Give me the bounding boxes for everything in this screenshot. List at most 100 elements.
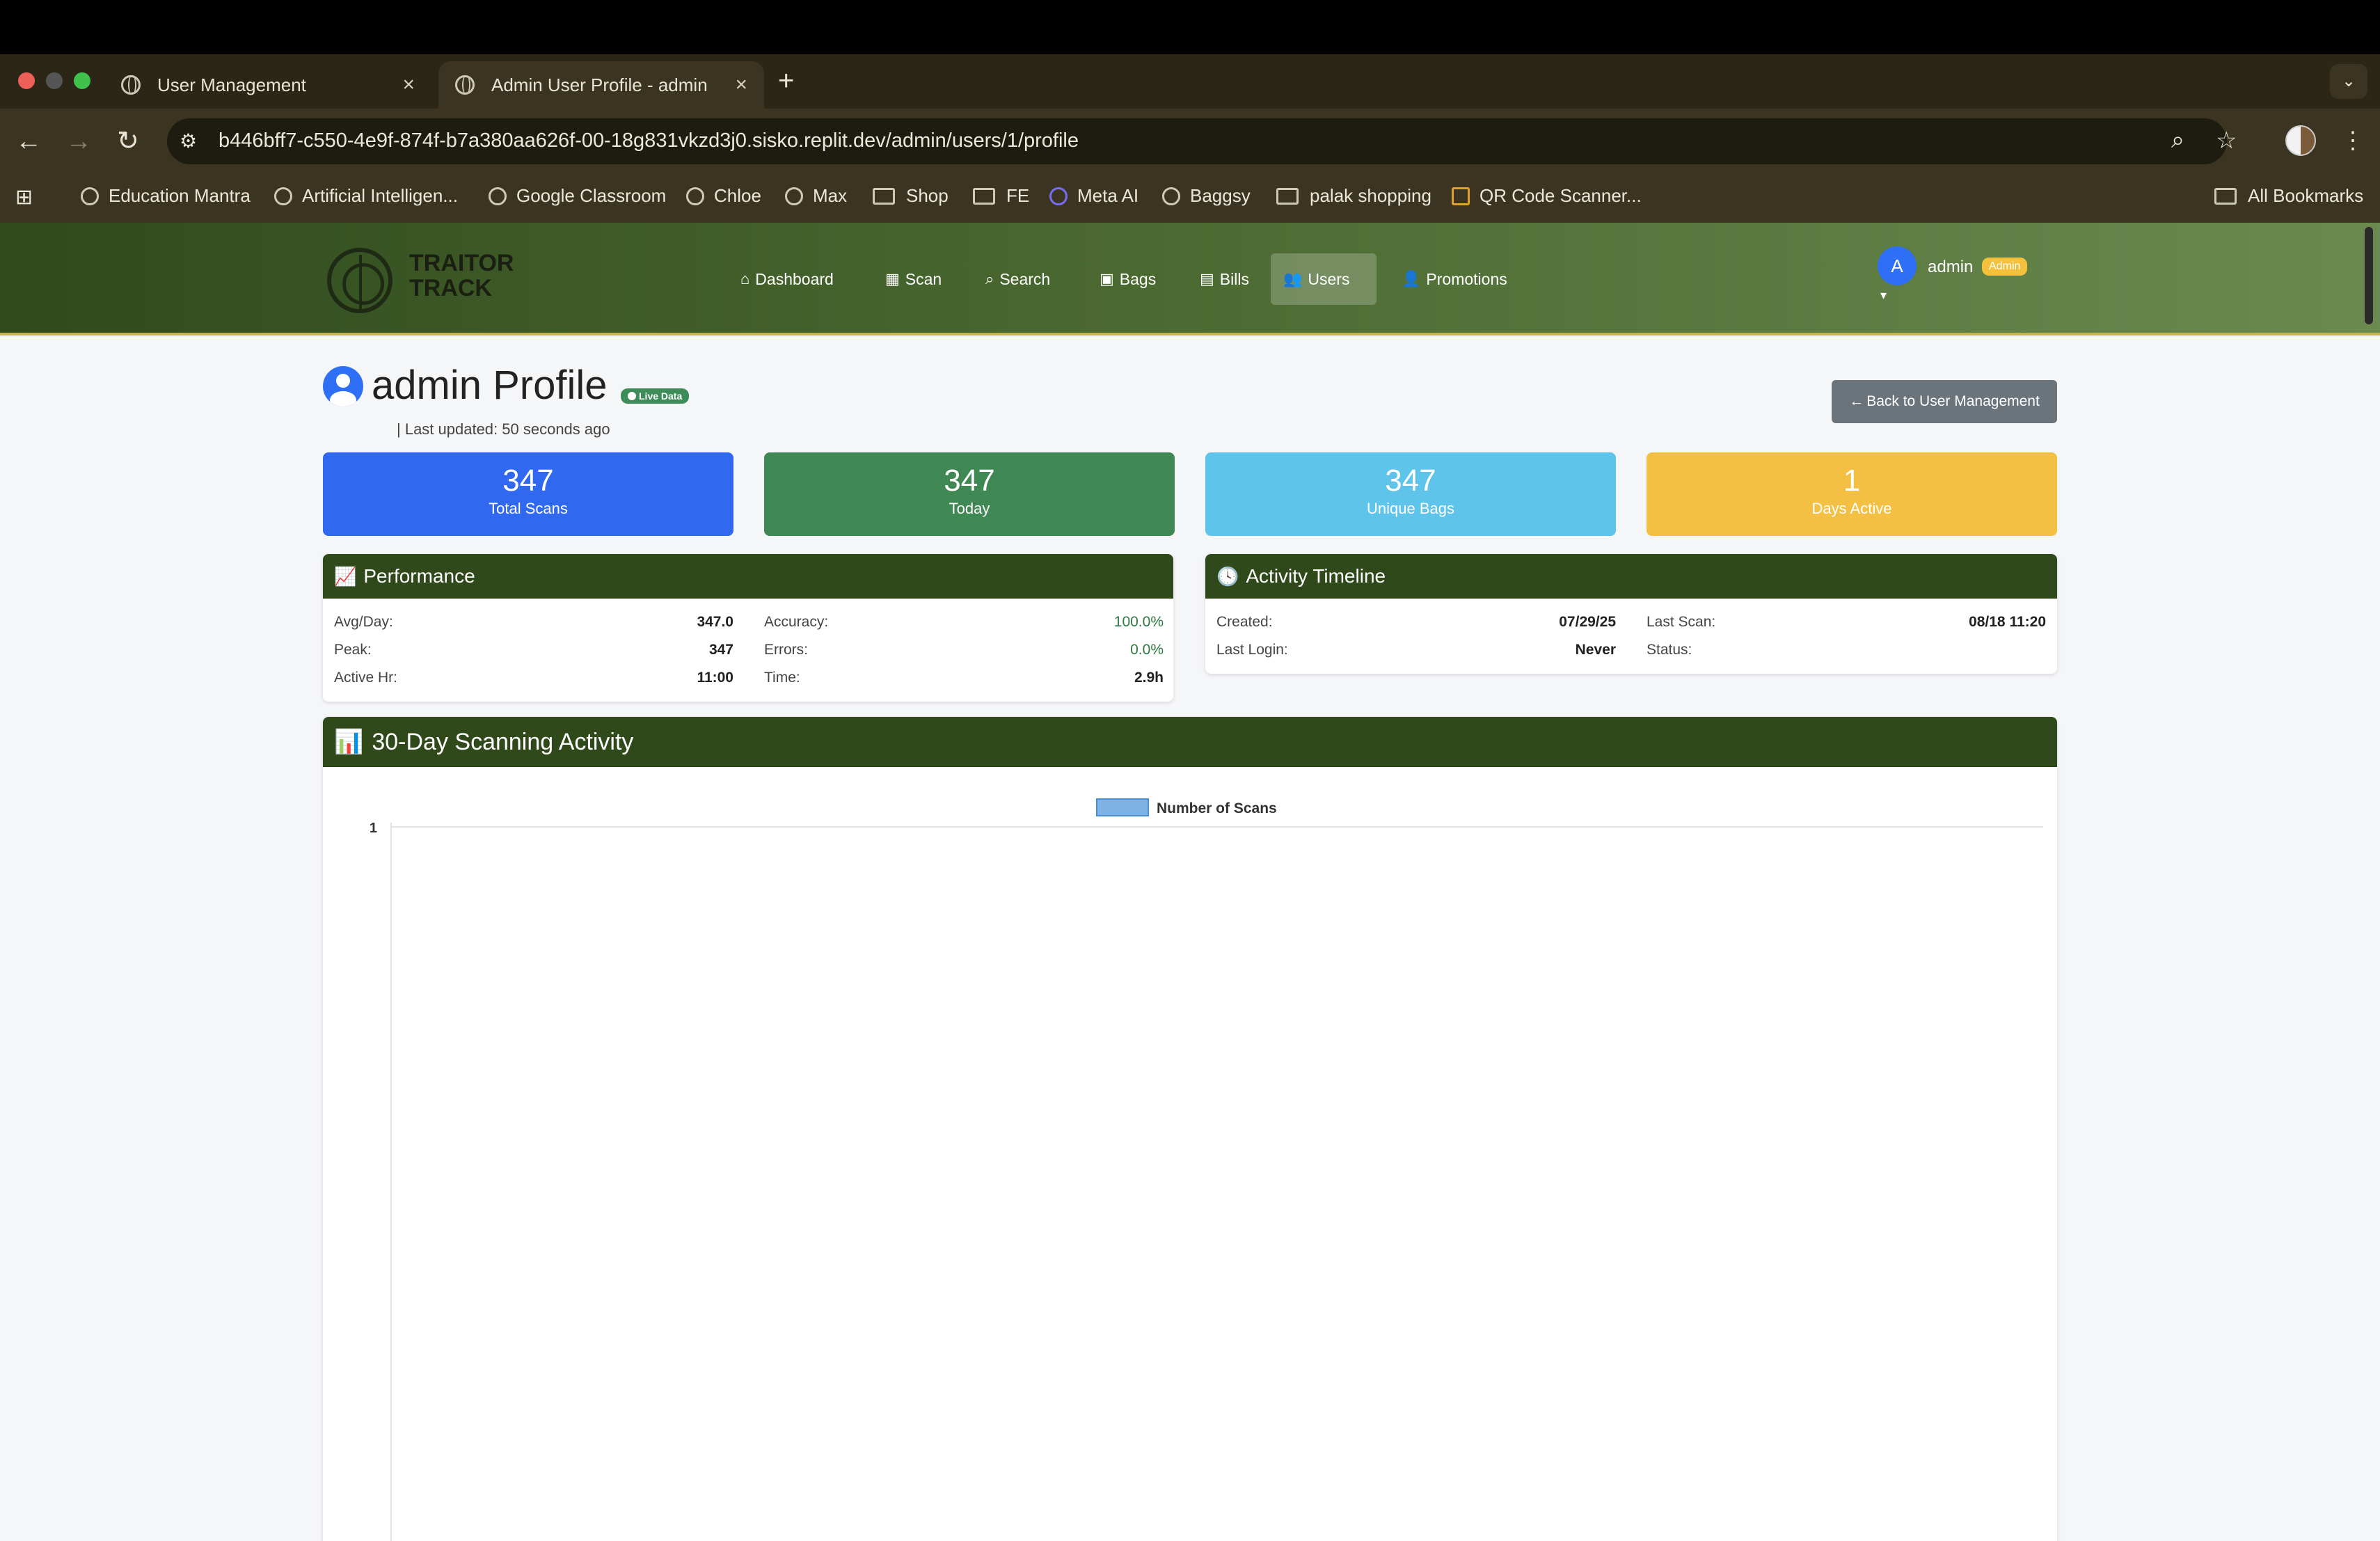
nav-promotions[interactable]: 👤 Promotions (1389, 253, 1520, 305)
nav-bills[interactable]: ▤ Bills (1187, 253, 1262, 305)
timeline-label: Created: (1216, 614, 1273, 630)
page-title: admin Profile (372, 363, 608, 408)
logo-text[interactable]: TRAITOR TRACK (409, 251, 514, 301)
all-bookmarks-folder[interactable]: All Bookmarks (2214, 185, 2363, 207)
tab-title: User Management (157, 74, 306, 95)
nav-users[interactable]: 👥 Users (1271, 253, 1377, 305)
stat-value: 100.0% (1113, 614, 1164, 630)
site-info-icon[interactable]: ⚙ (180, 129, 197, 152)
timeline-header: 🕓 Activity Timeline (1205, 554, 2057, 599)
profile-avatar-icon[interactable] (2285, 125, 2316, 156)
stat-value: 347 (944, 464, 995, 498)
stat-label: Active Hr: (334, 670, 398, 686)
stat-value: 0.0% (1130, 642, 1164, 658)
stat-value: 347 (1385, 464, 1436, 498)
timeline-value: Never (1575, 642, 1616, 658)
stat-label: Total Scans (489, 500, 568, 517)
nav-dashboard[interactable]: ⌂ Dashboard (728, 253, 846, 305)
close-icon[interactable]: × (402, 73, 415, 97)
globe-icon (274, 187, 292, 205)
url-text[interactable]: b446bff7-c550-4e9f-874f-b7a380aa626f-00-… (219, 129, 1079, 152)
stat-value: 347 (502, 464, 554, 498)
minimize-window-button[interactable] (46, 72, 63, 89)
globe-icon (121, 75, 141, 95)
bookmark-label: All Bookmarks (2248, 185, 2364, 206)
globe-icon (455, 75, 475, 95)
user-cog-icon: 👤 (1402, 270, 1421, 287)
scanning-activity-card: 📊 30-Day Scanning Activity Number of Scan… (323, 717, 2057, 1541)
scanning-activity-chart: Number of Scans 1 (370, 798, 2043, 1541)
clock-icon: 🕓 (1216, 565, 1239, 587)
maximize-window-button[interactable] (74, 72, 90, 89)
chevron-down-icon[interactable]: ▾ (1880, 288, 1887, 303)
timeline-label: Last Scan: (1647, 614, 1716, 630)
nav-label: Bags (1119, 269, 1157, 288)
bookmark-label: Meta AI (1077, 185, 1139, 206)
bookmark-folder[interactable]: FE (973, 185, 1029, 207)
bookmark-label: Chloe (714, 185, 761, 206)
nav-search[interactable]: ⌕ Search (973, 253, 1063, 305)
back-button-label: Back to User Management (1866, 393, 2040, 409)
folder-icon (973, 187, 995, 205)
role-badge: Admin (1982, 258, 2028, 276)
tab-user-management[interactable]: User Management × (104, 61, 431, 109)
close-icon[interactable]: × (735, 73, 747, 97)
bookmark-item[interactable]: Education Mantra (81, 185, 251, 207)
forward-arrow-icon[interactable]: → (65, 124, 92, 159)
stat-label: Today (949, 500, 990, 517)
nav-scan[interactable]: ▦ Scan (873, 253, 954, 305)
apps-grid-icon[interactable]: ⊞ (15, 185, 33, 210)
bookmark-item[interactable]: Google Classroom (489, 185, 666, 207)
nav-bags[interactable]: ▣ Bags (1087, 253, 1168, 305)
user-avatar[interactable]: A (1878, 246, 1917, 285)
bookmark-folder[interactable]: palak shopping (1276, 185, 1431, 207)
back-arrow-icon[interactable]: ← (15, 124, 42, 159)
bookmark-item[interactable]: Meta AI (1049, 185, 1139, 207)
stat-label: Days Active (1811, 500, 1892, 517)
baggsy-icon (1162, 187, 1180, 205)
users-icon: 👥 (1283, 270, 1303, 287)
legend-label: Number of Scans (1157, 800, 1277, 816)
bookmark-item[interactable]: Max (785, 185, 847, 207)
back-to-user-management-button[interactable]: ← Back to User Management (1832, 380, 2057, 423)
activity-timeline-card: 🕓 Activity Timeline Created: 07/29/25 Las… (1205, 554, 2057, 674)
bookmark-star-icon[interactable]: ☆ (2216, 127, 2237, 155)
bookmark-item[interactable]: Chloe (686, 185, 761, 207)
card-title: Performance (363, 565, 475, 587)
nav-label: Bills (1219, 269, 1249, 288)
timeline-value: 08/18 11:20 (1969, 614, 2046, 630)
logo-line-1: TRAITOR (409, 250, 514, 276)
meta-ai-icon (1049, 187, 1068, 205)
new-tab-button[interactable]: + (778, 65, 794, 97)
tab-admin-user-profile[interactable]: Admin User Profile - admin × (438, 61, 764, 109)
close-window-button[interactable] (18, 72, 35, 89)
nav-label: Search (999, 269, 1051, 288)
arrow-left-icon: ← (1849, 393, 1864, 409)
bookmark-folder[interactable]: Shop (873, 185, 949, 207)
bookmark-item[interactable]: QR Code Scanner... (1452, 185, 1642, 207)
zoom-icon[interactable]: ⌕ (2171, 127, 2184, 154)
tab-search-button[interactable]: ⌄ (2330, 64, 2367, 99)
more-menu-icon[interactable]: ⋮ (2341, 127, 2365, 155)
bookmark-item[interactable]: Baggsy (1162, 185, 1251, 207)
folder-icon (2214, 187, 2237, 205)
live-badge-label: Live Data (639, 390, 683, 402)
stat-card-unique-bags: 347 Unique Bags (1205, 452, 1616, 536)
user-name[interactable]: admin (1928, 258, 1973, 277)
globe-icon (785, 187, 803, 205)
logo-icon[interactable] (327, 248, 392, 313)
bookmark-label: Max (813, 185, 848, 206)
stat-label: Accuracy: (764, 614, 829, 630)
scrollbar[interactable] (2365, 227, 2373, 324)
bookmark-item[interactable]: Artificial Intelligen... (274, 185, 458, 207)
stat-card-today: 347 Today (764, 452, 1175, 536)
nav-label: Promotions (1426, 269, 1507, 288)
folder-icon (873, 187, 895, 205)
legend-swatch (1096, 798, 1149, 816)
reload-icon[interactable]: ↻ (117, 124, 139, 159)
timeline-label: Status: (1647, 642, 1692, 658)
stat-value: 347 (708, 642, 733, 658)
stat-label: Avg/Day: (334, 614, 393, 630)
stat-label: Errors: (764, 642, 808, 658)
live-dot-icon (628, 392, 636, 400)
